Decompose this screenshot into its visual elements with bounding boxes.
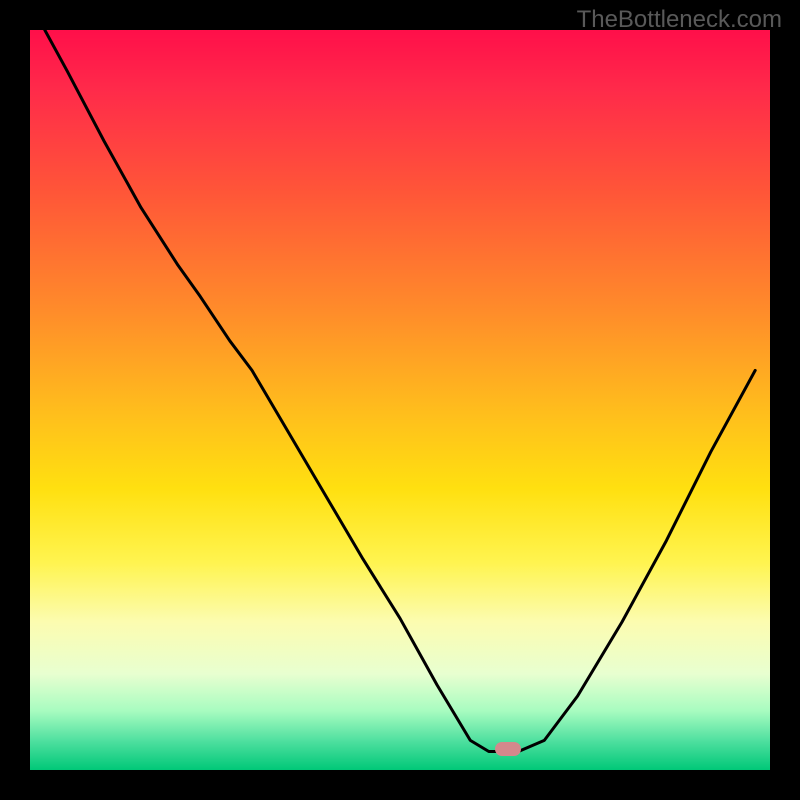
curve-svg — [30, 30, 770, 770]
plot-area — [30, 30, 770, 770]
bottleneck-curve-path — [45, 30, 755, 752]
selected-marker — [495, 742, 521, 756]
watermark-text: TheBottleneck.com — [577, 6, 782, 34]
chart-container: TheBottleneck.com — [0, 0, 800, 800]
